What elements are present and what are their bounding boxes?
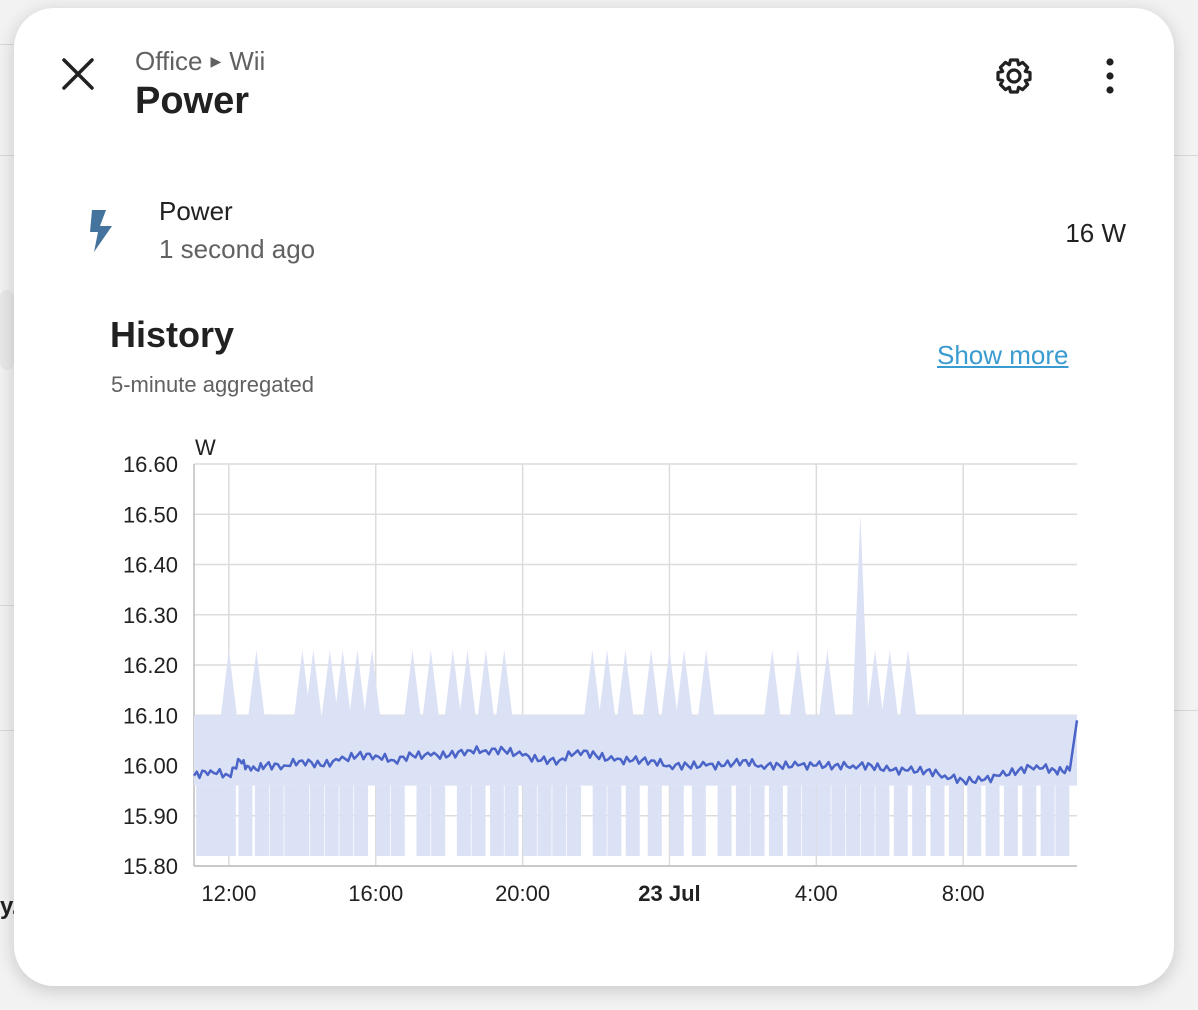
x-tick-label: 20:00	[495, 881, 550, 906]
max-spike	[422, 649, 439, 716]
max-spike	[599, 649, 616, 716]
max-spike	[334, 649, 351, 716]
min-dip	[860, 785, 875, 856]
history-chart[interactable]: 16.60 16.50 16.40 16.30 16.20 16.10 16.00 15.90…	[0, 0, 1198, 1010]
y-tick-label: 16.50	[123, 502, 178, 527]
min-dip	[985, 785, 1000, 856]
max-spike	[321, 649, 338, 716]
max-spike	[496, 649, 513, 716]
min-dip	[669, 785, 684, 856]
min-dip	[221, 785, 236, 856]
min-dip	[801, 785, 816, 856]
max-spike	[349, 649, 366, 716]
min-dip	[552, 785, 567, 856]
min-dip	[309, 785, 324, 856]
min-dip	[607, 785, 622, 856]
min-dip	[238, 785, 253, 856]
min-dip	[456, 785, 471, 856]
min-dip	[1055, 785, 1070, 856]
min-dip	[647, 785, 662, 856]
min-dip	[735, 785, 750, 856]
max-spike	[617, 649, 634, 716]
min-dip	[717, 785, 732, 856]
max-spike	[459, 649, 476, 716]
x-tick-label: 8:00	[942, 881, 985, 906]
min-dip	[846, 785, 861, 856]
max-spike	[643, 649, 660, 716]
y-tick-label: 16.00	[123, 754, 178, 779]
max-spike	[404, 649, 421, 716]
min-dip	[912, 785, 927, 856]
min-dip	[592, 785, 607, 856]
max-spike	[220, 649, 237, 716]
min-dip	[295, 785, 310, 856]
min-dip	[416, 785, 431, 856]
min-dip	[816, 785, 831, 856]
y-tick-label: 15.90	[123, 804, 178, 829]
max-spike	[444, 649, 461, 716]
min-dip	[269, 785, 284, 856]
y-unit-label: W	[195, 435, 216, 460]
min-dip	[875, 785, 890, 856]
min-dip	[768, 785, 783, 856]
min-dip	[324, 785, 339, 856]
y-tick-label: 16.20	[123, 653, 178, 678]
max-spike	[676, 649, 693, 716]
y-tick-label: 16.60	[123, 452, 178, 477]
min-dip	[893, 785, 908, 856]
min-dip	[376, 785, 391, 856]
y-tick-label: 16.10	[123, 703, 178, 728]
max-spike	[881, 649, 898, 716]
max-spike	[305, 649, 322, 716]
max-spike	[584, 649, 601, 716]
min-dip	[750, 785, 765, 856]
min-dip	[489, 785, 504, 856]
max-spike	[789, 649, 806, 716]
min-dip	[354, 785, 369, 856]
min-dip	[930, 785, 945, 856]
min-dip	[196, 785, 211, 856]
min-dip	[787, 785, 802, 856]
y-tick-label: 16.40	[123, 553, 178, 578]
max-spike	[661, 649, 678, 716]
min-dip	[967, 785, 982, 856]
min-dip	[471, 785, 486, 856]
min-dip	[1003, 785, 1018, 856]
min-dip	[625, 785, 640, 856]
min-dip	[209, 785, 224, 856]
max-spike	[698, 649, 715, 716]
min-dip	[1040, 785, 1055, 856]
y-tick-label: 15.80	[123, 854, 178, 879]
min-dip	[390, 785, 405, 856]
max-spike	[819, 649, 836, 716]
min-dip	[567, 785, 582, 856]
max-spike	[764, 649, 781, 716]
min-dip	[831, 785, 846, 856]
max-spike	[867, 649, 884, 716]
x-tick-label: 23 Jul	[638, 881, 700, 906]
x-tick-label: 16:00	[348, 881, 403, 906]
chart-band	[194, 514, 1077, 856]
min-dip	[537, 785, 552, 856]
min-dip	[254, 785, 269, 856]
min-dip	[948, 785, 963, 856]
min-dip	[691, 785, 706, 856]
x-tick-label: 4:00	[795, 881, 838, 906]
min-dip	[522, 785, 537, 856]
min-dip	[1022, 785, 1037, 856]
min-dip	[339, 785, 354, 856]
min-dip	[504, 785, 519, 856]
min-dip	[431, 785, 446, 856]
y-tick-label: 16.30	[123, 603, 178, 628]
x-tick-label: 12:00	[201, 881, 256, 906]
max-spike	[364, 649, 381, 716]
max-spike	[477, 649, 494, 716]
max-spike	[248, 649, 265, 716]
max-spike	[900, 649, 917, 716]
